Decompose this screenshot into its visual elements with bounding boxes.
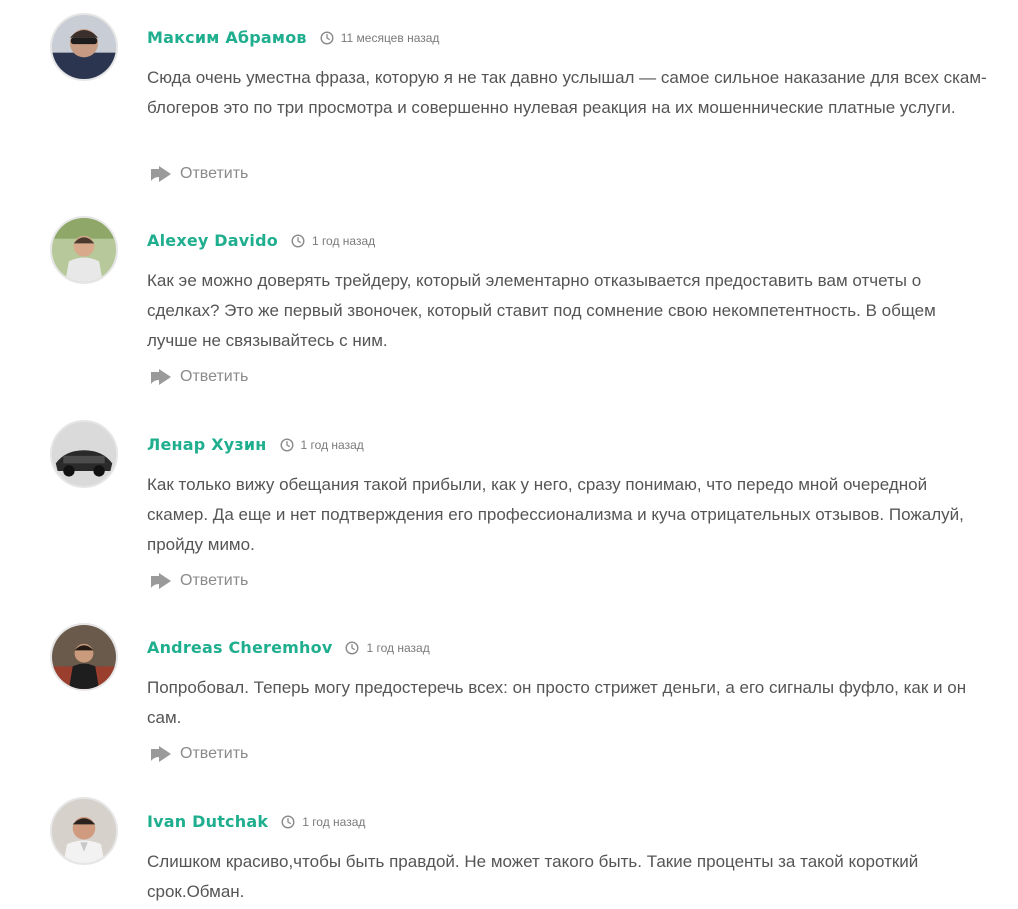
comment-meta: Alexey Davido 1 год назад — [147, 231, 375, 250]
comment-date: 1 год назад — [291, 234, 375, 248]
comment-text: Как эе можно доверять трейдеру, который … — [147, 271, 936, 350]
author-name[interactable]: Andreas Cheremhov — [147, 638, 332, 657]
reply-arrow-icon — [151, 166, 171, 182]
reply-arrow-icon — [151, 573, 171, 589]
comment-item: Ivan Dutchak 1 год назад Слишком красиво… — [0, 784, 1018, 909]
comment-date: 1 год назад — [345, 640, 430, 655]
clock-icon — [345, 640, 359, 655]
clock-icon — [320, 30, 334, 45]
comment-item: Ленар Хузин 1 год назад Как только вижу … — [0, 407, 1018, 607]
reply-label: Ответить — [180, 368, 249, 385]
comment-meta: Andreas Cheremhov 1 год назад — [147, 638, 430, 657]
reply-button[interactable]: Ответить — [150, 368, 248, 386]
comment-item: Максим Абрамов 11 месяцев назад Сюда оче… — [0, 0, 1018, 200]
avatar[interactable] — [50, 420, 118, 488]
comment-date: 1 год назад — [280, 438, 364, 452]
comment-item: Andreas Cheremhov 1 год назад Попробовал… — [0, 610, 1018, 782]
reply-label: Ответить — [180, 572, 249, 589]
comment-meta: Ленар Хузин 1 год назад — [147, 435, 364, 454]
reply-button[interactable]: Ответить — [150, 572, 248, 590]
author-name[interactable]: Ленар Хузин — [147, 435, 267, 454]
comment-time: 1 год назад — [302, 814, 366, 829]
comment-meta: Ivan Dutchak 1 год назад — [147, 812, 365, 831]
reply-button[interactable]: Ответить — [150, 745, 248, 763]
comment-time: 1 год назад — [366, 640, 430, 655]
reply-label: Ответить — [180, 165, 249, 182]
clock-icon — [281, 814, 295, 829]
comment-date: 11 месяцев назад — [320, 30, 440, 45]
reply-button[interactable]: Ответить — [150, 165, 248, 183]
comment-meta: Максим Абрамов 11 месяцев назад — [147, 28, 439, 47]
avatar[interactable] — [50, 797, 118, 865]
comment-text: Сюда очень уместна фраза, которую я не т… — [147, 68, 987, 117]
comment-text: Как только вижу обещания такой прибыли, … — [147, 475, 964, 554]
comment-text: Слишком красиво,чтобы быть правдой. Не м… — [147, 852, 919, 901]
comment-item: Alexey Davido 1 год назад Как эе можно д… — [0, 203, 1018, 403]
comment-text: Попробовал. Теперь могу предостеречь все… — [147, 678, 967, 727]
comment-date: 1 год назад — [281, 815, 365, 829]
author-name[interactable]: Максим Абрамов — [147, 28, 307, 47]
avatar[interactable] — [50, 13, 118, 81]
avatar[interactable] — [50, 623, 118, 691]
clock-icon — [280, 437, 294, 452]
comment-time: 11 месяцев назад — [340, 30, 440, 45]
author-name[interactable]: Ivan Dutchak — [147, 812, 268, 831]
comment-time: 1 год назад — [311, 233, 376, 248]
avatar[interactable] — [50, 216, 118, 284]
comment-time: 1 год назад — [300, 437, 364, 452]
author-name[interactable]: Alexey Davido — [147, 231, 278, 250]
reply-arrow-icon — [151, 746, 171, 762]
reply-label: Ответить — [180, 745, 249, 762]
clock-icon — [291, 233, 305, 248]
reply-arrow-icon — [151, 369, 171, 385]
